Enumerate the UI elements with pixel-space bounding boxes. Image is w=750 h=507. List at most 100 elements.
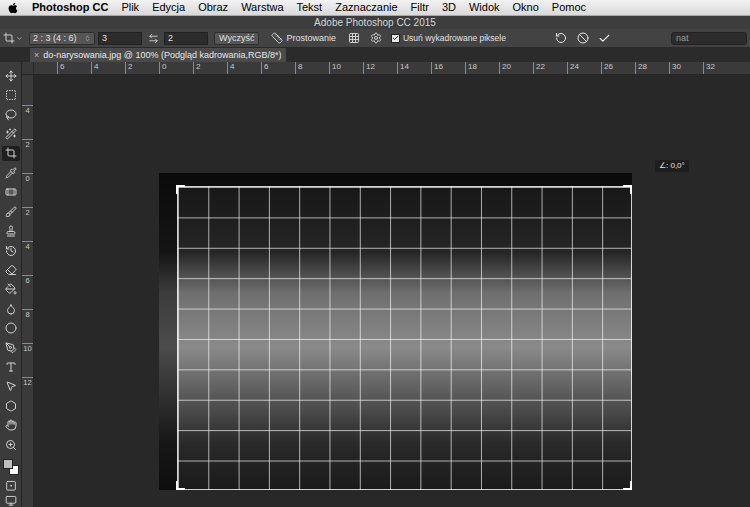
window-title: Adobe Photoshop CC 2015 <box>314 18 436 28</box>
ruler-label: 8 <box>22 309 33 343</box>
ruler-label: 4 <box>227 62 261 74</box>
type-tool-icon <box>5 361 17 373</box>
photoshop-window: Photoshop CC Plik Edycja Obraz Warstwa Tekst Z… <box>0 0 750 507</box>
eraser-tool-icon <box>5 264 17 276</box>
menu-bar: Photoshop CC Plik Edycja Obraz Warstwa Tekst Z… <box>0 0 750 16</box>
dodge-tool-icon <box>5 322 17 334</box>
document-tab[interactable]: ×do-narysowania.jpg @ 100% (Podgląd kadr… <box>30 48 286 62</box>
foreground-swatch[interactable] <box>3 459 13 469</box>
ruler-label: 10 <box>329 62 363 74</box>
tool-button[interactable] <box>2 223 20 238</box>
straighten-button[interactable]: Prostowanie <box>271 32 336 44</box>
ruler-label: 4 <box>22 105 33 139</box>
screen-mode-icon[interactable] <box>5 495 17 507</box>
ruler-label: 28 <box>635 62 669 74</box>
ruler-label: 2 <box>22 139 33 173</box>
ruler-label: 20 <box>499 62 533 74</box>
menu-item[interactable]: Zaznaczanie <box>335 2 397 13</box>
gear-icon[interactable] <box>370 32 382 44</box>
tool-button[interactable] <box>2 126 20 141</box>
tool-button[interactable] <box>2 185 20 200</box>
path-select-tool-icon <box>5 380 17 392</box>
menu-item[interactable]: Tekst <box>297 2 323 13</box>
ruler-label: 6 <box>261 62 295 74</box>
quick-mask-icon[interactable] <box>5 480 17 492</box>
ruler-label: 10 <box>22 343 33 377</box>
commit-icon[interactable] <box>598 32 611 45</box>
crop-handle[interactable] <box>176 481 185 490</box>
tool-button[interactable] <box>2 320 20 335</box>
tool-button[interactable] <box>2 204 20 219</box>
ruler-label: 2 <box>193 62 227 74</box>
menu-item[interactable]: Pomoc <box>552 2 586 13</box>
apple-logo-icon[interactable] <box>7 2 19 14</box>
tool-preset-picker[interactable] <box>3 32 25 44</box>
tool-button[interactable] <box>2 262 20 277</box>
reset-icon[interactable] <box>555 32 567 44</box>
title-bar: Adobe Photoshop CC 2015 <box>0 16 750 29</box>
pen-tool-icon <box>5 342 17 354</box>
crop-handle[interactable] <box>623 185 632 194</box>
ratio-dropdown[interactable]: 2 : 3 (4 : 6) <box>29 32 95 45</box>
updown-icon <box>84 35 91 42</box>
menu-item[interactable]: Okno <box>513 2 539 13</box>
menu-item[interactable]: 3D <box>442 2 456 13</box>
menu-item[interactable]: Edycja <box>152 2 185 13</box>
crop-handle[interactable] <box>176 185 185 194</box>
tool-button[interactable] <box>2 437 20 452</box>
paint-bucket-tool-icon <box>5 283 17 295</box>
tab-bar: ×do-narysowania.jpg @ 100% (Podgląd kadr… <box>0 48 750 62</box>
menu-item[interactable]: Warstwa <box>241 2 283 13</box>
brush-tool-icon <box>5 206 17 218</box>
clear-button[interactable]: Wyczyść <box>214 32 259 45</box>
ruler-label: 0 <box>159 62 193 74</box>
crop-box[interactable] <box>177 186 632 490</box>
color-swatches[interactable] <box>2 458 20 475</box>
tool-button[interactable] <box>2 359 20 374</box>
delete-cropped-checkbox[interactable]: Usuń wykadrowane piksele <box>391 34 506 43</box>
ruler-label: 2 <box>22 207 33 241</box>
app-menu[interactable]: Photoshop CC <box>32 2 108 13</box>
history-brush-tool-icon <box>5 245 17 257</box>
tool-button[interactable] <box>2 68 20 83</box>
tool-button[interactable] <box>2 340 20 355</box>
tool-button[interactable] <box>2 379 20 394</box>
checkbox-box[interactable] <box>391 34 400 43</box>
crop-handle[interactable] <box>623 481 632 490</box>
tool-button[interactable] <box>2 282 20 297</box>
ruler-label: 4 <box>91 62 125 74</box>
width-field[interactable]: 3 <box>98 32 142 45</box>
tab-close[interactable]: × <box>34 51 39 60</box>
tool-button[interactable] <box>2 107 20 122</box>
tool-button[interactable] <box>2 301 20 316</box>
photo <box>159 173 632 490</box>
quick-select-tool-icon <box>5 128 17 140</box>
search-field[interactable]: nat <box>671 32 747 45</box>
ruler-label: 22 <box>533 62 567 74</box>
tool-button[interactable] <box>2 243 20 258</box>
tool-button[interactable] <box>2 87 20 102</box>
tool-button[interactable] <box>2 418 20 433</box>
vertical-ruler: 42024681012 <box>22 75 34 507</box>
menu-item[interactable]: Filtr <box>411 2 429 13</box>
crop-tool-icon <box>5 147 17 159</box>
cancel-icon[interactable] <box>577 32 589 44</box>
tool-button[interactable] <box>2 146 20 161</box>
overlay-grid-icon[interactable] <box>348 32 360 44</box>
move-tool-icon <box>5 70 17 82</box>
menu-item[interactable]: Plik <box>121 2 139 13</box>
marquee-tool-icon <box>5 89 17 101</box>
swap-icon[interactable] <box>148 33 159 44</box>
height-field[interactable]: 2 <box>164 32 208 45</box>
ruler-label: 12 <box>363 62 397 74</box>
menu-item[interactable]: Widok <box>469 2 500 13</box>
zoom-tool-icon <box>5 439 17 451</box>
tool-button[interactable] <box>2 398 20 413</box>
ruler-label: 18 <box>465 62 499 74</box>
blur-tool-icon <box>5 303 17 315</box>
shape-tool-icon <box>5 400 17 412</box>
menu-item[interactable]: Obraz <box>198 2 228 13</box>
tool-button[interactable] <box>2 165 20 180</box>
ruler-label: 16 <box>431 62 465 74</box>
ruler-label: 24 <box>567 62 601 74</box>
